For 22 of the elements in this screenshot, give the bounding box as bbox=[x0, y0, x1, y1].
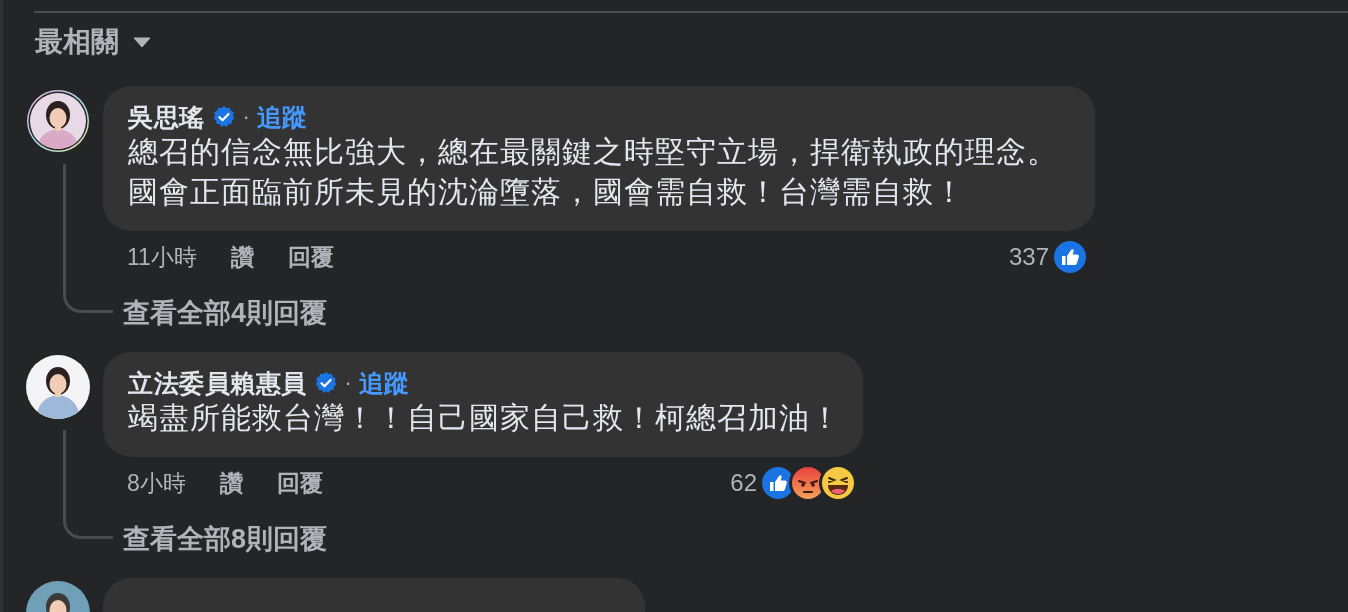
author-name[interactable]: 立法委員賴惠員 bbox=[128, 366, 307, 400]
author-name[interactable]: 吳思瑤 bbox=[128, 100, 205, 134]
laughing-face-icon bbox=[819, 464, 857, 502]
view-replies-link[interactable]: 查看全部4則回覆 bbox=[123, 295, 328, 331]
follow-link[interactable]: 追蹤 bbox=[256, 100, 307, 134]
comment-text: 竭盡所能救台灣！！自己國家自己救！柯總召加油！ bbox=[128, 400, 841, 436]
separator-dot: · bbox=[344, 370, 352, 396]
caret-icon[interactable] bbox=[133, 36, 151, 48]
comment-text: 總召的信念無比強大，總在最關鍵之時堅守立場，捍衛執政的理念。國會正面臨前所未見的沈淪墮落，國會需自救！台灣需自救！ bbox=[128, 134, 1059, 210]
view-replies-link[interactable]: 查看全部8則回覆 bbox=[123, 521, 328, 557]
reaction-count: 337 bbox=[1008, 243, 1049, 271]
separator-dot: · bbox=[242, 104, 250, 130]
timestamp: 8小時 bbox=[127, 468, 186, 498]
thumbs-up-icon bbox=[1051, 238, 1089, 276]
follow-link[interactable]: 追蹤 bbox=[358, 366, 409, 400]
like-link[interactable]: 讚 bbox=[219, 467, 243, 499]
like-link[interactable]: 讚 bbox=[230, 241, 254, 273]
reply-link[interactable]: 回覆 bbox=[276, 467, 323, 499]
timestamp: 11小時 bbox=[127, 242, 197, 272]
reaction-count: 62 bbox=[730, 469, 757, 497]
reply-link[interactable]: 回覆 bbox=[287, 241, 334, 273]
sort-dropdown[interactable]: 最相關 bbox=[35, 23, 119, 61]
